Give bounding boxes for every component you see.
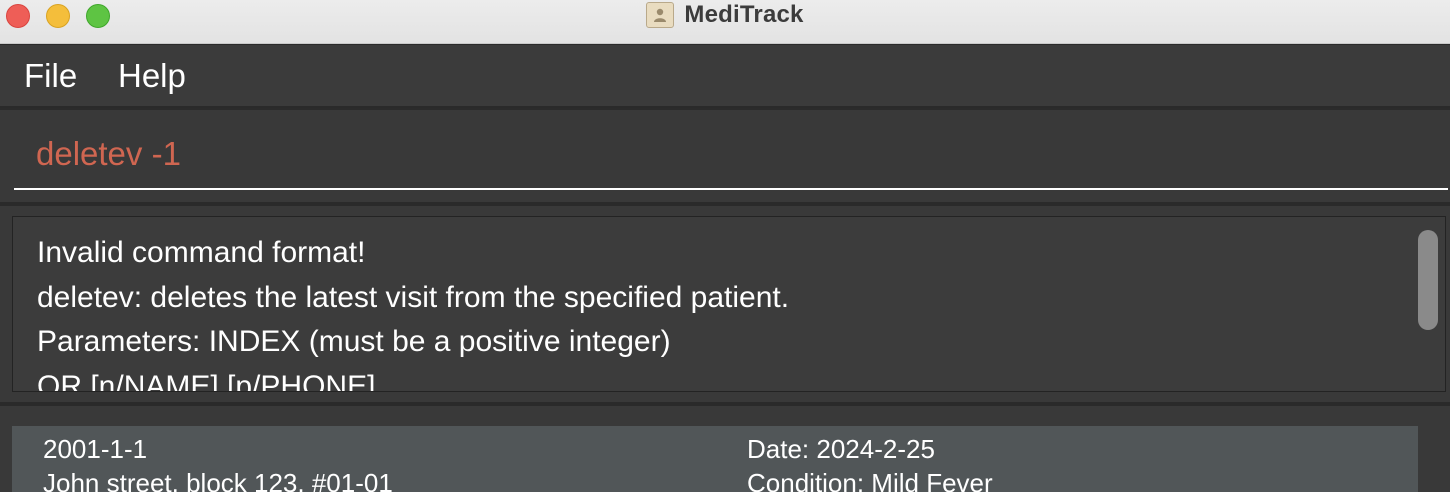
result-message: Invalid command format! deletev: deletes… [37, 231, 1407, 392]
command-input[interactable] [14, 120, 1448, 190]
result-line: Invalid command format! [37, 236, 366, 269]
result-scrollbar[interactable] [1418, 230, 1438, 330]
visit-card[interactable]: 2001-1-1 John street, block 123, #01-01 … [12, 426, 1418, 492]
window-title-group: MediTrack [0, 0, 1450, 30]
menu-file[interactable]: File [24, 57, 77, 95]
title-bar: MediTrack [0, 0, 1450, 44]
menu-help[interactable]: Help [118, 57, 186, 95]
patient-address: John street, block 123, #01-01 [43, 468, 393, 492]
command-box [0, 110, 1450, 202]
contact-card-icon [646, 2, 675, 28]
patient-dob: 2001-1-1 [43, 434, 148, 464]
visit-date: Date: 2024-2-25 [747, 434, 935, 464]
result-display-panel: Invalid command format! deletev: deletes… [0, 206, 1450, 402]
result-line: deletev: deletes the latest visit from t… [37, 280, 790, 314]
menu-bar: File Help [0, 45, 1450, 108]
visit-list-panel: 2001-1-1 John street, block 123, #01-01 … [0, 406, 1450, 492]
visit-condition: Condition: Mild Fever [747, 468, 993, 492]
result-line: OR [n/NAME] [p/PHONE] [37, 370, 376, 392]
result-display[interactable]: Invalid command format! deletev: deletes… [12, 216, 1446, 392]
window-title: MediTrack [684, 1, 804, 28]
result-line: Parameters: INDEX (must be a positive in… [37, 325, 671, 359]
